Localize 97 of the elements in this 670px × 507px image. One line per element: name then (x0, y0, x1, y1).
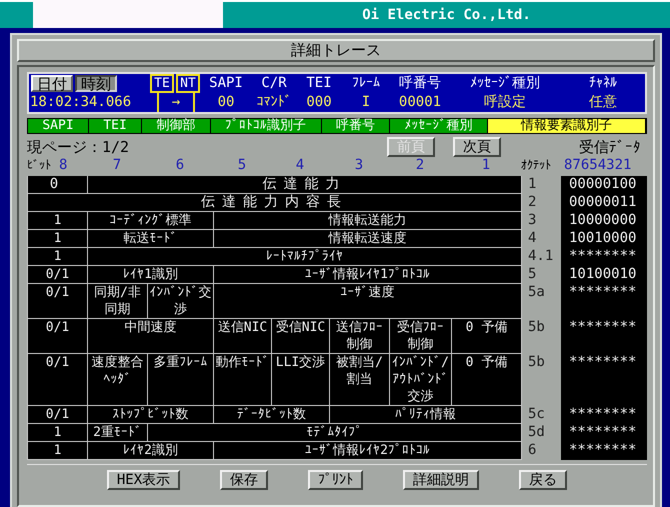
footer-button[interactable]: 詳細説明 (403, 470, 480, 490)
table-cell: 伝達能力 (88, 176, 522, 194)
table-cell: 多重ﾌﾚｰﾑ (148, 354, 214, 406)
bit-number: 5 (236, 157, 248, 174)
table-cell: ﾚｲﾔ1識別 (88, 266, 214, 284)
table-cell: 情報転送速度 (214, 230, 522, 248)
table-cell: 送信ﾌﾛｰ制御 (330, 319, 390, 354)
header-value: → (157, 93, 195, 112)
table-cell: 速度整合ﾍｯﾀﾞ (88, 354, 148, 406)
table-cell: ｲﾝﾊﾞﾝﾄﾞ交渉 (148, 284, 214, 319)
received-data-cell: ******** (561, 442, 647, 460)
table-cell: 受信ﾌﾛｰ制御 (390, 319, 452, 354)
received-data-cell: 00000011 (561, 194, 647, 212)
table-cell: ﾕｰｻﾞ情報ﾚｲﾔ2ﾌﾟﾛﾄｺﾙ (214, 442, 522, 460)
column-label: ﾁｬﾈﾙ (588, 74, 618, 93)
table-cell: ﾚｰﾄﾏﾙﾁﾌﾟﾗｲﾔ (88, 248, 522, 266)
received-data-cell: ******** (561, 248, 647, 266)
table-cell: 情報転送能力 (214, 212, 522, 230)
column-label: TEI (305, 74, 333, 93)
column-label: 呼番号 (398, 74, 442, 93)
table-cell: 同期/非同期 (88, 284, 148, 319)
received-data-cell: ******** (561, 284, 647, 319)
table-cell: ｺｰﾃﾞｨﾝｸﾞ標準 (88, 212, 214, 230)
header-tab[interactable]: 日付 (31, 75, 73, 92)
footer-button[interactable]: 保存 (220, 470, 268, 490)
octet-label: ｵｸﾃｯﾄ (521, 157, 552, 174)
table-cell: ﾃﾞｰﾀﾋﾞｯﾄ数 (214, 406, 330, 424)
table-cell: ｲﾝﾊﾞﾝﾄﾞ/ｱｳﾄﾊﾞﾝﾄﾞ交渉 (390, 354, 452, 406)
column-label: ﾒｯｾｰｼﾞ種別 (469, 74, 541, 93)
company-name: Oi Electric Co.,Ltd. (362, 7, 531, 23)
bit-label: ﾋﾞｯﾄ (27, 157, 51, 174)
received-data-cell: ******** (561, 406, 647, 424)
received-data-cell: 10100010 (561, 266, 647, 284)
table-cell: 0/1 (28, 266, 88, 284)
received-data-cell: 10010000 (561, 230, 647, 248)
table-cell: 1 (28, 230, 88, 248)
table-cell: 0/1 (28, 406, 88, 424)
received-data-cell: ******** (561, 354, 647, 406)
received-data-cell: 10000000 (561, 212, 647, 230)
table-cell: 1 (28, 424, 88, 442)
column-label: TE (150, 74, 174, 93)
footer-button[interactable]: HEX表示 (106, 470, 180, 490)
table-cell: 2重ﾓｰﾄﾞ (88, 424, 148, 442)
table-cell: 1 (28, 212, 88, 230)
table-cell: 被割当/割当 (330, 354, 390, 406)
column-label: ﾌﾚｰﾑ (351, 74, 381, 93)
page-indicator: 現ページ：1/2 (27, 138, 130, 157)
footer-button[interactable]: ﾌﾟﾘﾝﾄ (308, 470, 364, 490)
header-value: ｺﾏﾝﾄﾞ (256, 93, 292, 112)
table-cell: 受信NIC (272, 319, 330, 354)
table-cell: ﾕｰｻﾞ情報ﾚｲﾔ1ﾌﾟﾛﾄｺﾙ (214, 266, 522, 284)
received-data-cell: ******** (561, 424, 647, 442)
received-data-cell: ******** (561, 319, 647, 354)
header-value: 00001 (398, 93, 442, 112)
column-label: NT (176, 74, 200, 93)
bit-number: 2 (414, 157, 426, 174)
header-tab[interactable]: 時刻 (75, 75, 117, 92)
table-cell: ﾓﾃﾞﾑﾀｲﾌﾟ (148, 424, 522, 442)
received-data-cell: 00000100 (561, 176, 647, 194)
table-cell: LLI交渉 (272, 354, 330, 406)
window-title: 詳細トレース (17, 39, 655, 62)
bit-number: 7 (112, 157, 122, 174)
table-cell: 1 (28, 442, 88, 460)
table-cell: 0 予備 (452, 354, 522, 406)
column-label: C/R (260, 74, 288, 93)
footer-button[interactable]: 戻る (519, 470, 568, 490)
table-cell: 0/1 (28, 284, 88, 319)
data-bit-numbers: 87654321 (563, 157, 632, 174)
bit-number: 8 (58, 157, 68, 174)
table-cell: 中間速度 (88, 319, 214, 354)
table-cell: 動作ﾓｰﾄﾞ (214, 354, 272, 406)
page-button[interactable]: 次頁 (453, 137, 501, 157)
table-cell: ｽﾄｯﾌﾟﾋﾞｯﾄ数 (88, 406, 214, 424)
table-cell: 転送ﾓｰﾄﾞ (88, 230, 214, 248)
bit-number: 6 (174, 157, 186, 174)
bit-number: 4 (294, 157, 306, 174)
table-cell: 0/1 (28, 354, 88, 406)
table-cell: 送信NIC (214, 319, 272, 354)
table-cell: ﾚｲﾔ2識別 (88, 442, 214, 460)
bit-number: 1 (480, 157, 492, 174)
header-value: 任意 (588, 93, 618, 112)
table-cell: 0 予備 (452, 319, 522, 354)
header-value: 000 (305, 93, 333, 112)
header-value: I (360, 93, 372, 112)
header-value: 18:02:34.066 (29, 93, 132, 112)
bit-number: 3 (354, 157, 364, 174)
received-data-label: 受信ﾃﾞｰﾀ (579, 138, 642, 157)
table-cell: ﾕｰｻﾞ速度 (214, 284, 522, 319)
table-cell: 0 (28, 176, 88, 194)
column-label: SAPI (208, 74, 244, 93)
header-value: 呼設定 (483, 93, 527, 112)
table-cell: 1 (28, 248, 88, 266)
header-value: 00 (216, 93, 236, 112)
table-cell: ﾊﾟﾘﾃｨ情報 (330, 406, 522, 424)
table-cell: 0/1 (28, 319, 88, 354)
table-cell: 伝達能力内容長 (28, 194, 522, 212)
field-tab[interactable]: 情報要素識別子 (488, 119, 646, 133)
